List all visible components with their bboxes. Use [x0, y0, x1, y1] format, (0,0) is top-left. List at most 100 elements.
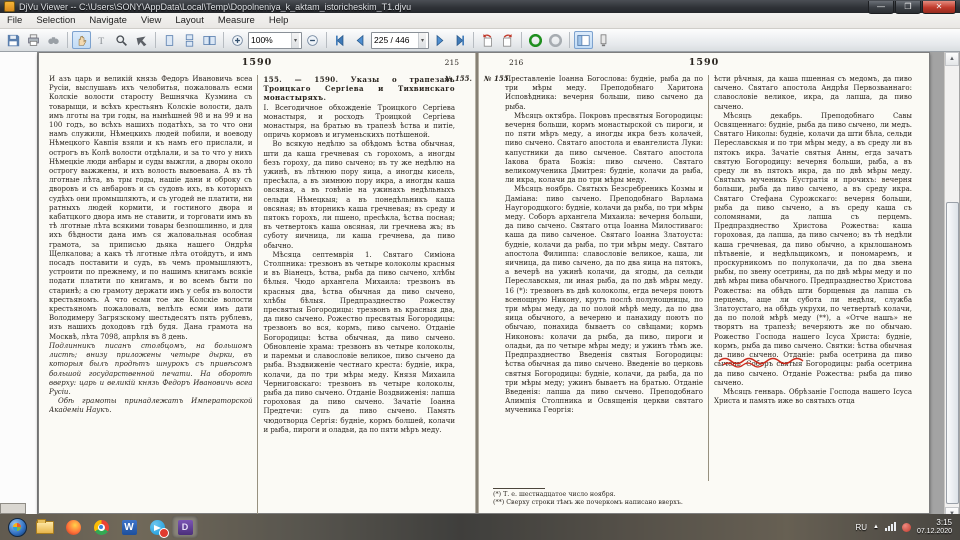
print-button[interactable]: [24, 31, 43, 49]
zoom-tool-button[interactable]: [112, 31, 131, 49]
last-page-icon: [453, 34, 466, 47]
gray-status-button[interactable]: [546, 31, 565, 49]
menu-help[interactable]: Help: [262, 15, 296, 26]
network-icon[interactable]: [885, 523, 896, 531]
next-page-button[interactable]: [430, 31, 449, 49]
document-area[interactable]: 1590 215 № 155. И азъ царь и великій кня…: [0, 52, 960, 521]
print-icon: [27, 34, 40, 47]
toolbar-separator: [569, 32, 570, 48]
minimize-button[interactable]: —: [868, 1, 894, 14]
thumbnail-pane-button[interactable]: [594, 31, 613, 49]
status-corner: [0, 503, 26, 514]
folder-icon: [36, 521, 54, 534]
rotate-left-button[interactable]: [478, 31, 497, 49]
zoom-out-button[interactable]: [303, 31, 322, 49]
notification-badge: [159, 528, 169, 538]
page-dropdown-caret[interactable]: ▾: [418, 33, 426, 48]
window-controls: — ❐ ✕: [867, 1, 956, 13]
scroll-up-arrow[interactable]: ▲: [945, 52, 959, 66]
toolbar-separator: [473, 32, 474, 48]
toolbar-separator: [67, 32, 68, 48]
sidebar-toggle-button[interactable]: [574, 31, 593, 49]
search-button[interactable]: [44, 31, 63, 49]
clock[interactable]: 3:15 07.12.2020: [917, 518, 952, 536]
left-page-columns: И азъ царь и великій князь Федоръ Иванов…: [39, 73, 475, 515]
colophon-paragraph: Подлинникъ писанъ столбцомъ, на большомъ…: [49, 342, 252, 397]
select-region-button[interactable]: [132, 31, 151, 49]
body-paragraph: Мѣсяцъ генварь. Обрѣзаніе Господа нашего…: [714, 388, 912, 406]
title-bar[interactable]: DjVu Viewer -- C:\Users\SONY\AppData\Loc…: [0, 0, 960, 13]
toolbar: T ▾ ▾: [0, 29, 960, 52]
single-page-icon: [163, 34, 176, 47]
language-indicator[interactable]: RU: [855, 523, 867, 532]
taskbar-telegram[interactable]: [144, 516, 170, 538]
taskbar-firefox[interactable]: [60, 516, 86, 538]
gray-circle-icon: [549, 34, 562, 47]
right-page-column-2: ѣсти рѣчныя, да каша пшенная съ медомъ, …: [714, 75, 912, 481]
green-status-button[interactable]: [526, 31, 545, 49]
firefox-icon: [66, 520, 81, 535]
left-page-header: 1590 215: [39, 53, 475, 73]
menu-measure[interactable]: Measure: [211, 15, 262, 26]
column-divider: [708, 75, 709, 481]
maximize-button[interactable]: ❐: [895, 1, 921, 14]
next-page-icon: [433, 34, 446, 47]
taskbar-file-explorer[interactable]: [32, 516, 58, 538]
zoom-input[interactable]: [249, 34, 291, 47]
close-button[interactable]: ✕: [922, 1, 956, 14]
magnifier-icon: [115, 34, 128, 47]
facing-pages-layout-button[interactable]: [200, 31, 219, 49]
footnote: (**) Сверху строки тѣмъ же почеркомъ нап…: [493, 499, 915, 507]
menu-layout[interactable]: Layout: [168, 15, 211, 26]
body-paragraph: ѣсти рѣчныя, да каша пшенная съ медомъ, …: [714, 75, 912, 112]
menu-view[interactable]: View: [134, 15, 168, 26]
rotate-right-icon: [501, 34, 514, 47]
pan-tool-button[interactable]: [72, 31, 91, 49]
continuous-layout-button[interactable]: [180, 31, 199, 49]
last-page-button[interactable]: [450, 31, 469, 49]
menu-navigate[interactable]: Navigate: [82, 15, 134, 26]
menu-file[interactable]: File: [0, 15, 29, 26]
taskbar: W D RU ▲ 3:15 07.12.2020: [0, 514, 960, 540]
previous-page-icon: [354, 34, 367, 47]
book-page-right[interactable]: 216 1590 № 155. Преставленіе Іоанна Бого…: [479, 53, 929, 513]
taskbar-chrome[interactable]: [88, 516, 114, 538]
vertical-scrollbar[interactable]: ▲ ▼: [944, 52, 959, 521]
zoom-dropdown-caret[interactable]: ▾: [291, 33, 299, 48]
right-page-year: 1590: [479, 57, 929, 68]
footnote: (*) Т. е. шестнадцатое число ноября.: [493, 491, 915, 499]
single-page-layout-button[interactable]: [160, 31, 179, 49]
zoom-combo: ▾: [248, 32, 302, 49]
save-button[interactable]: [4, 31, 23, 49]
chrome-icon: [94, 520, 109, 535]
body-paragraph: Мѣсяцъ ноябрь. Святыхъ Безсребреникъ Коз…: [505, 185, 703, 415]
svg-text:T: T: [98, 35, 104, 46]
first-page-icon: [334, 34, 347, 47]
first-page-button[interactable]: [331, 31, 350, 49]
book-page-left[interactable]: 1590 215 № 155. И азъ царь и великій кня…: [39, 53, 475, 513]
start-button[interactable]: [4, 516, 30, 538]
page-number-input[interactable]: [372, 34, 418, 47]
thumbnail-sidebar[interactable]: [0, 52, 38, 521]
sidebar-panel-icon: [577, 34, 590, 47]
hidden-icons-chevron[interactable]: ▲: [873, 524, 879, 530]
scrollbar-thumb[interactable]: [946, 202, 959, 504]
body-paragraph: Мѣсяца септемврія 1. Святаго Симіона Сто…: [263, 251, 455, 435]
text-select-button[interactable]: T: [92, 31, 111, 49]
zoom-in-button[interactable]: [228, 31, 247, 49]
body-paragraph: И азъ царь и великій князь Федоръ Иванов…: [49, 75, 252, 342]
volume-alert-icon[interactable]: [902, 523, 911, 532]
colophon-paragraph: Обѣ грамоты принадлежатъ Императорской А…: [49, 397, 252, 415]
taskbar-djvu-viewer[interactable]: D: [172, 516, 198, 538]
left-page-margin-note: № 155.: [445, 74, 472, 83]
body-paragraph: Во всякую недѣлю за обѣдомъ ѣства обычна…: [263, 140, 455, 250]
menu-selection[interactable]: Selection: [29, 15, 82, 26]
binoculars-icon: [47, 34, 60, 47]
taskbar-word[interactable]: W: [116, 516, 142, 538]
left-page-column-1: И азъ царь и великій князь Федоръ Иванов…: [49, 75, 252, 515]
body-paragraph: I. Всегодичное обхожденіе Троицкого Серг…: [263, 104, 455, 141]
windows-start-icon: [8, 518, 27, 537]
previous-page-button[interactable]: [351, 31, 370, 49]
rotate-right-button[interactable]: [498, 31, 517, 49]
continuous-pages-icon: [183, 34, 196, 47]
